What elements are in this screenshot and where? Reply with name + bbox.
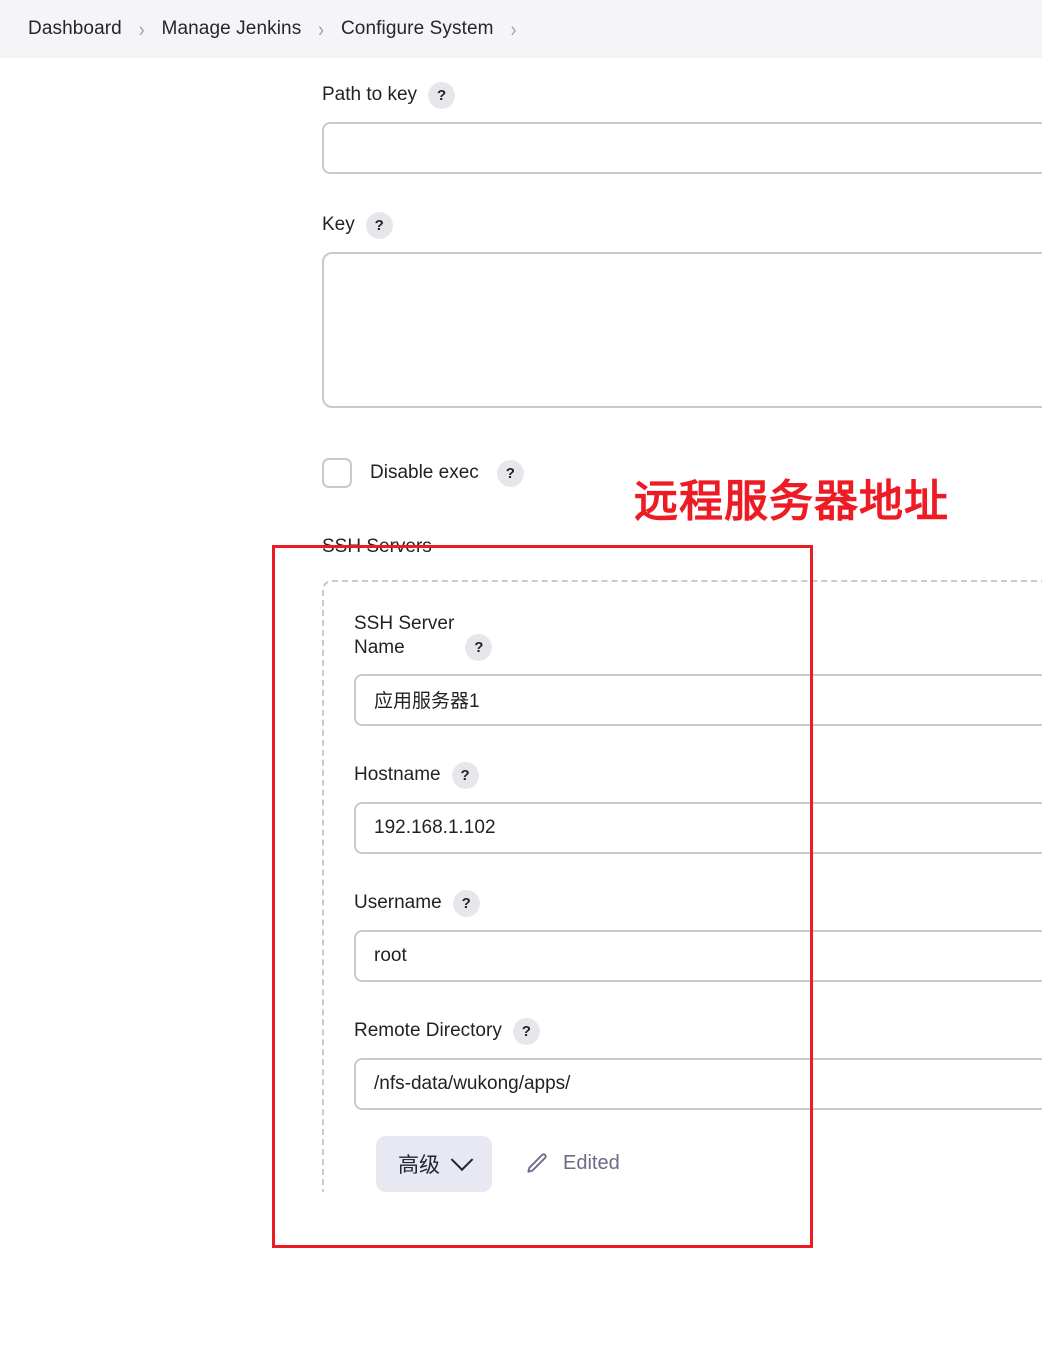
configure-system-form: Path to key ? Key ? Disable exec ? SSH S… bbox=[0, 58, 1042, 1192]
breadcrumb-item-configure-system[interactable]: Configure System bbox=[341, 18, 494, 40]
field-key: Key ? bbox=[322, 212, 1042, 408]
ssh-server-panel: SSH Server Name ? 应用服务器1 Hostname ? 192.… bbox=[322, 580, 1042, 1192]
ssh-server-name-label-text: SSH Server Name bbox=[354, 612, 454, 661]
path-to-key-label-text: Path to key bbox=[322, 83, 417, 107]
advanced-button-label: 高级 bbox=[398, 1149, 440, 1179]
hostname-label: Hostname ? bbox=[354, 762, 1042, 789]
pencil-icon bbox=[524, 1151, 550, 1177]
ssh-server-name-label: SSH Server Name ? bbox=[354, 612, 1042, 661]
ssh-servers-title: SSH Servers bbox=[322, 536, 1042, 558]
advanced-button[interactable]: 高级 bbox=[376, 1136, 492, 1192]
key-label: Key ? bbox=[322, 212, 1042, 239]
path-to-key-label: Path to key ? bbox=[322, 82, 1042, 109]
breadcrumb: Dashboard › Manage Jenkins › Configure S… bbox=[0, 0, 1042, 58]
edited-status-label: Edited bbox=[563, 1152, 620, 1175]
breadcrumb-item-manage-jenkins[interactable]: Manage Jenkins bbox=[162, 18, 302, 40]
breadcrumb-separator-icon: › bbox=[511, 18, 517, 39]
field-path-to-key: Path to key ? bbox=[322, 58, 1042, 174]
path-to-key-input[interactable] bbox=[322, 122, 1042, 174]
field-disable-exec[interactable]: Disable exec ? bbox=[322, 458, 1042, 488]
help-icon[interactable]: ? bbox=[366, 212, 393, 239]
chevron-down-icon bbox=[451, 1148, 474, 1171]
edited-status[interactable]: Edited bbox=[524, 1151, 620, 1177]
remote-directory-label-text: Remote Directory bbox=[354, 1019, 502, 1043]
ssh-server-name-input[interactable]: 应用服务器1 bbox=[354, 674, 1042, 726]
field-ssh-server-name: SSH Server Name ? 应用服务器1 bbox=[354, 612, 1042, 726]
remote-directory-label: Remote Directory ? bbox=[354, 1018, 1042, 1045]
help-icon[interactable]: ? bbox=[465, 634, 492, 661]
help-icon[interactable]: ? bbox=[497, 460, 524, 487]
remote-directory-input[interactable]: /nfs-data/wukong/apps/ bbox=[354, 1058, 1042, 1110]
help-icon[interactable]: ? bbox=[453, 890, 480, 917]
breadcrumb-separator-icon: › bbox=[139, 18, 145, 39]
breadcrumb-item-dashboard[interactable]: Dashboard bbox=[28, 18, 122, 40]
ssh-servers-section: SSH Servers SSH Server Name ? 应用服务器1 Hos… bbox=[322, 536, 1042, 1192]
key-label-text: Key bbox=[322, 213, 355, 237]
username-label: Username ? bbox=[354, 890, 1042, 917]
username-input[interactable]: root bbox=[354, 930, 1042, 982]
ssh-server-controls: 高级 Edited bbox=[376, 1136, 1042, 1192]
hostname-label-text: Hostname bbox=[354, 763, 441, 787]
disable-exec-label: Disable exec bbox=[370, 462, 479, 484]
field-remote-directory: Remote Directory ? /nfs-data/wukong/apps… bbox=[354, 1018, 1042, 1110]
breadcrumb-separator-icon: › bbox=[318, 18, 324, 39]
field-username: Username ? root bbox=[354, 890, 1042, 982]
field-hostname: Hostname ? 192.168.1.102 bbox=[354, 762, 1042, 854]
help-icon[interactable]: ? bbox=[513, 1018, 540, 1045]
disable-exec-checkbox[interactable] bbox=[322, 458, 352, 488]
username-label-text: Username bbox=[354, 891, 442, 915]
hostname-input[interactable]: 192.168.1.102 bbox=[354, 802, 1042, 854]
key-textarea[interactable] bbox=[322, 252, 1042, 408]
help-icon[interactable]: ? bbox=[452, 762, 479, 789]
help-icon[interactable]: ? bbox=[428, 82, 455, 109]
